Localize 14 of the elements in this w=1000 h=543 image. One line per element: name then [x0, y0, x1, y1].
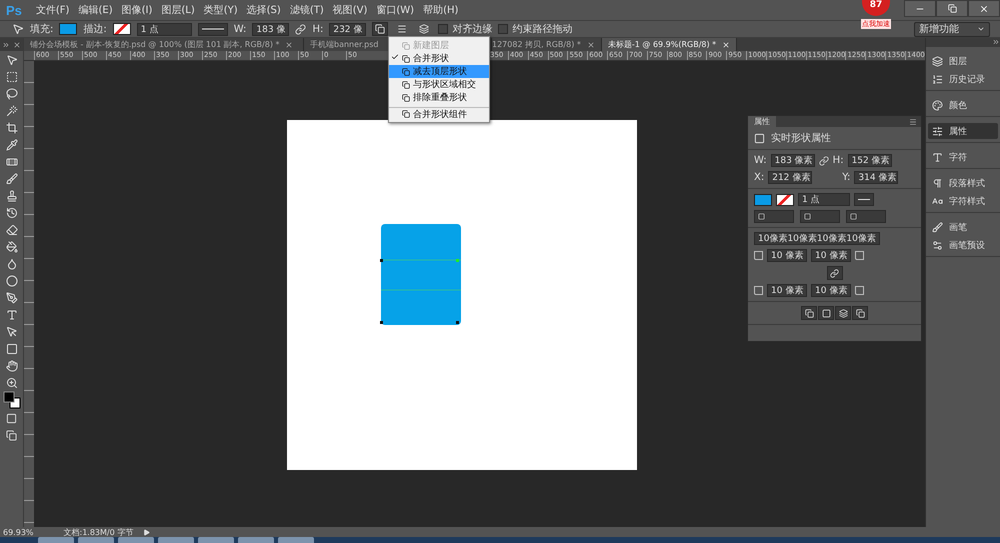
height-label: H:	[832, 155, 844, 166]
x-label: X:	[754, 172, 764, 183]
y-label: Y:	[842, 172, 850, 183]
width-label: W:	[754, 155, 767, 166]
panel-title: 实时形状属性	[771, 132, 831, 145]
checkbox-label: 对齐边缘	[452, 22, 492, 36]
checkbox-label: 约束路径拖动	[512, 22, 572, 36]
fill-label: 填充:	[30, 22, 54, 36]
zoom-level: 69.93%	[3, 528, 34, 536]
stroke-label: 描边:	[83, 22, 107, 36]
document-size: 文档:1.83M/0 字节	[64, 526, 134, 538]
width-label: W:	[234, 24, 246, 34]
app-logo: Ps	[6, 2, 22, 18]
height-label: H:	[312, 24, 324, 34]
